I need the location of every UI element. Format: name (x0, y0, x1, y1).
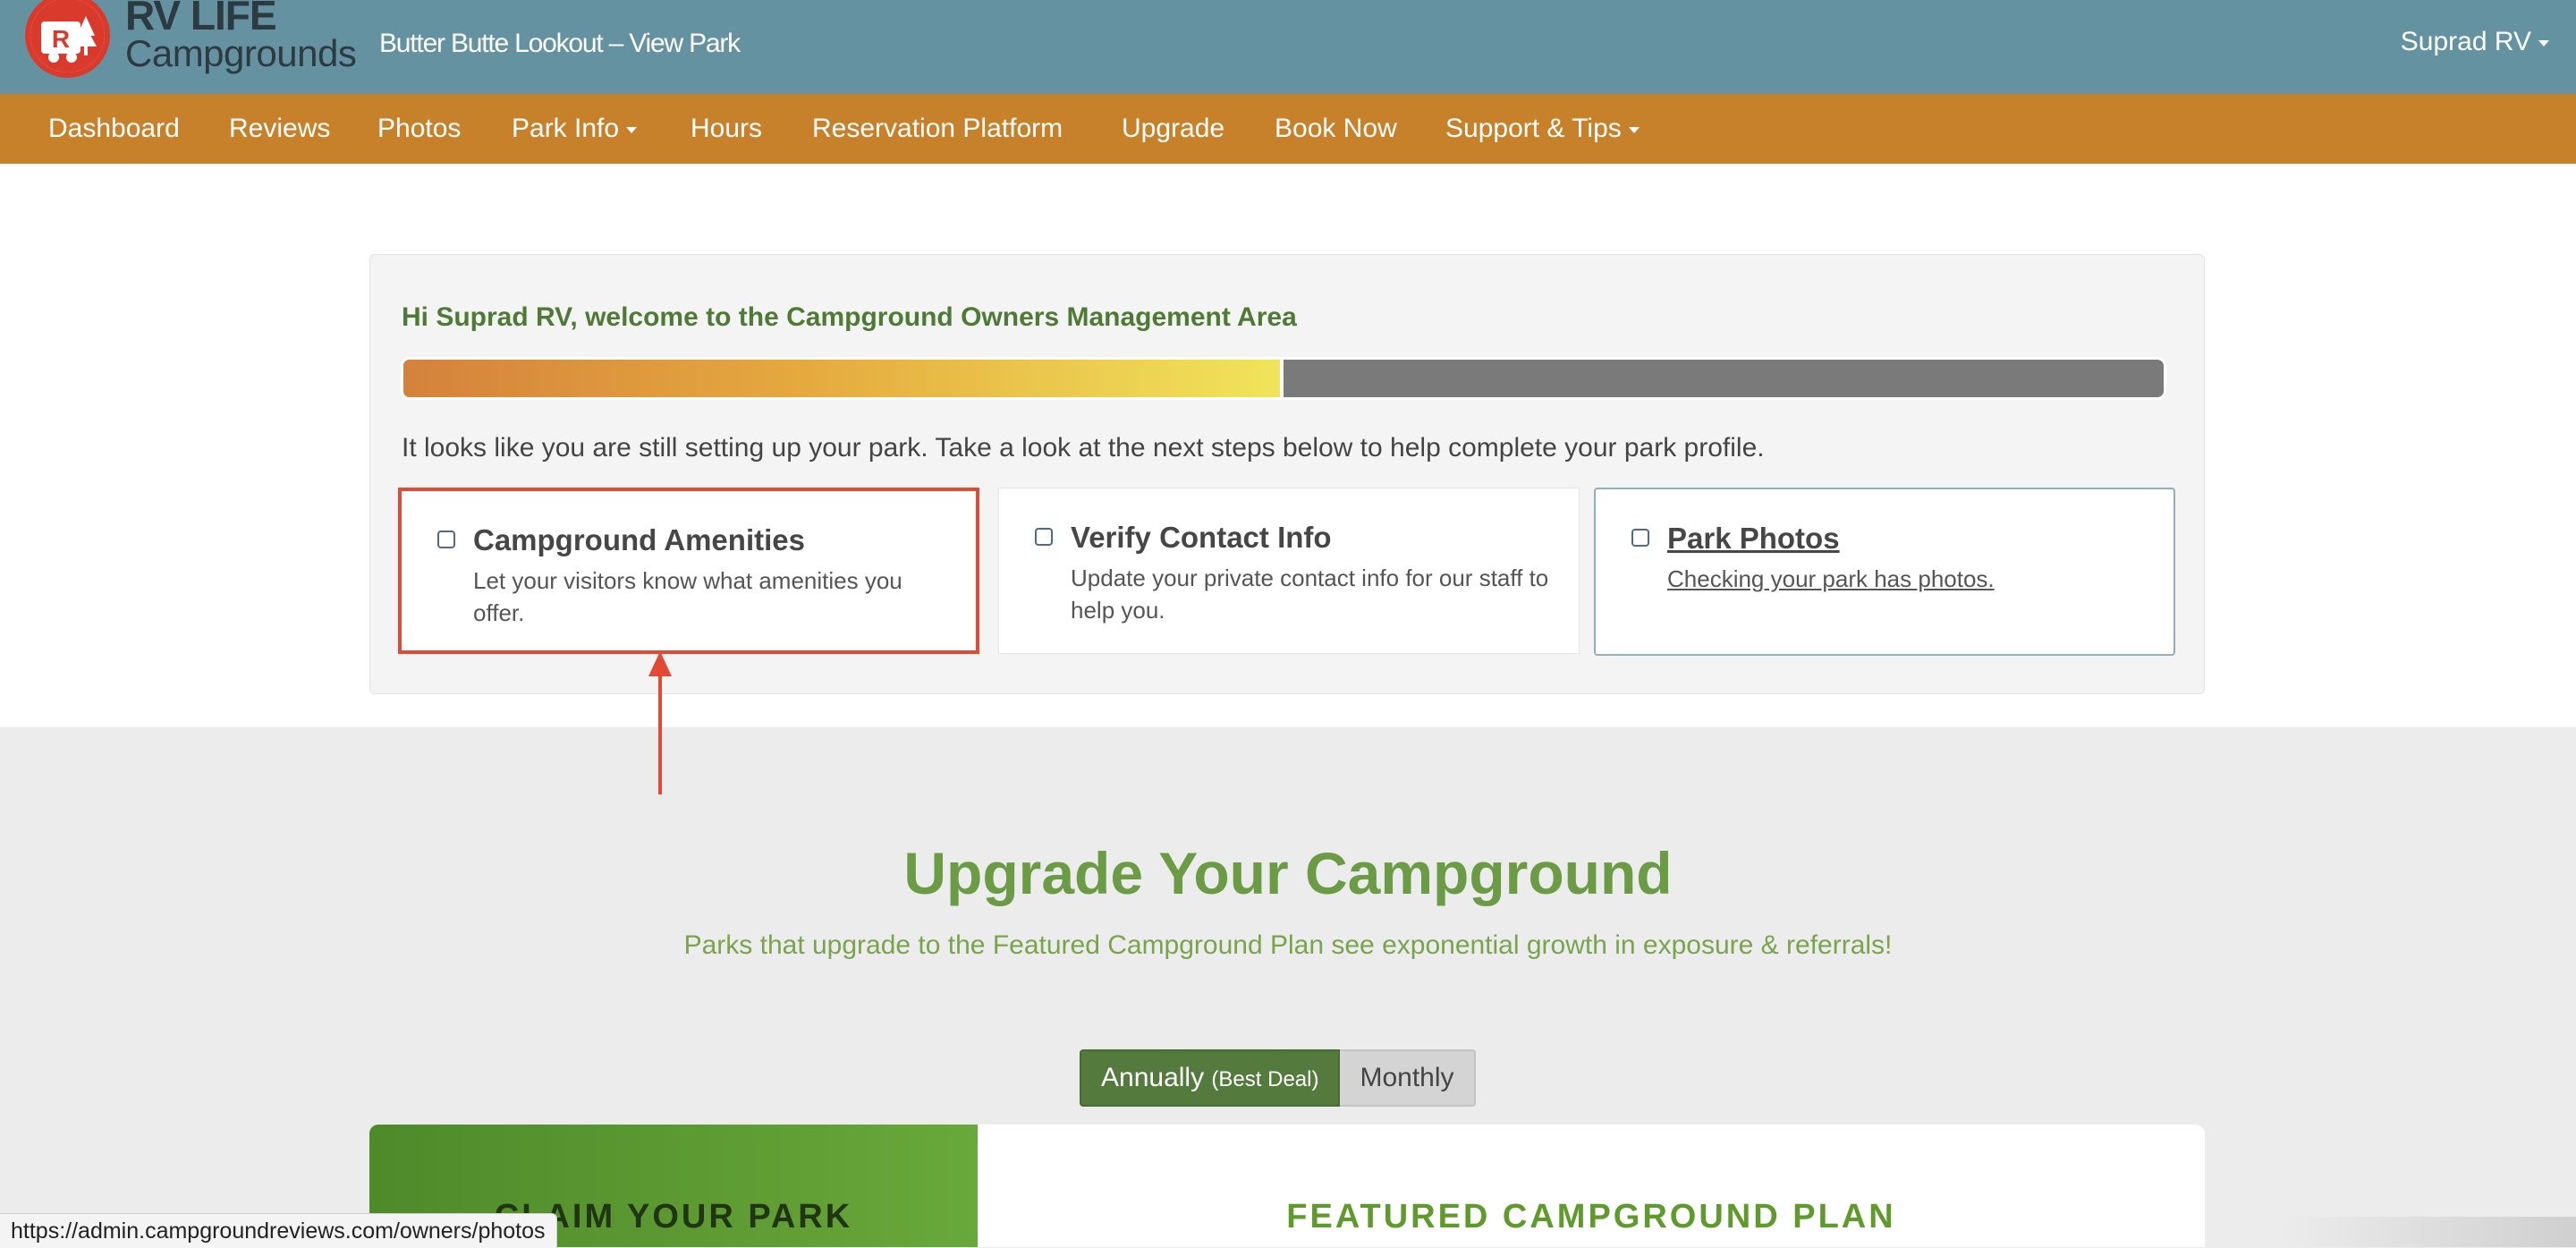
upgrade-heading: Upgrade Your Campground (903, 840, 1673, 906)
plan-title: FEATURED CAMPGROUND PLAN (1286, 1198, 1896, 1235)
step-card-campground-amenities[interactable]: Campground Amenities Let your visitors k… (398, 488, 979, 654)
plan-card-featured[interactable]: FEATURED CAMPGROUND PLAN (978, 1125, 2205, 1247)
chevron-down-icon (2538, 39, 2549, 47)
chevron-down-icon (1628, 126, 1640, 133)
nav-item-label: Park Info (512, 114, 620, 143)
annotation-arrow-icon (648, 651, 672, 794)
main-nav: Dashboard Reviews Photos Park Info Hours… (0, 94, 2576, 164)
step-description: Update your private contact info for our… (1071, 565, 1549, 624)
step-description: Checking your park has photos. (1667, 565, 1995, 592)
nav-item-reservation-platform[interactable]: Reservation Platform (812, 114, 1063, 144)
browser-status-url: https://admin.campgroundreviews.com/owne… (0, 1213, 557, 1248)
upgrade-subheading: Parks that upgrade to the Featured Campg… (683, 930, 1893, 960)
nav-item-photos[interactable]: Photos (377, 114, 461, 144)
nav-item-upgrade[interactable]: Upgrade (1122, 114, 1224, 144)
step-checkbox[interactable] (1035, 528, 1053, 546)
step-title: Campground Amenities (473, 523, 805, 556)
step-card-park-photos[interactable]: Park Photos Checking your park has photo… (1594, 488, 2175, 656)
top-header: R RV LIFE Campgrounds Butter Butte Looko… (0, 0, 2576, 94)
step-checkbox[interactable] (437, 531, 455, 548)
user-menu-label: Suprad RV (2400, 27, 2531, 56)
toggle-annually-button[interactable]: Annually (Best Deal) (1080, 1049, 1341, 1107)
setup-progress-fill (403, 360, 1284, 397)
step-card-verify-contact-info[interactable]: Verify Contact Info Update your private … (998, 488, 1580, 654)
setup-instructions: It looks like you are still setting up y… (402, 433, 1765, 463)
decorative-shadow (2281, 1217, 2576, 1247)
step-title: Park Photos (1667, 522, 1840, 555)
step-checkbox[interactable] (1631, 529, 1649, 547)
billing-period-toggle: Annually (Best Deal) Monthly (1080, 1049, 1476, 1107)
logo-wordmark-line2: Campgrounds (125, 32, 357, 74)
step-title: Verify Contact Info (1071, 521, 1332, 554)
toggle-annually-label: Annually (1101, 1063, 1205, 1092)
step-description: Let your visitors know what amenities yo… (473, 567, 902, 626)
nav-item-support-tips[interactable]: Support & Tips (1445, 114, 1640, 144)
rv-life-logo-icon[interactable]: R (25, 0, 110, 78)
nav-item-book-now[interactable]: Book Now (1275, 114, 1397, 144)
nav-item-park-info[interactable]: Park Info (512, 114, 638, 144)
chevron-down-icon (626, 126, 638, 133)
park-title-link[interactable]: Butter Butte Lookout – View Park (379, 29, 741, 59)
user-menu-dropdown[interactable]: Suprad RV (2401, 27, 2549, 57)
best-deal-note: (Best Deal) (1211, 1067, 1319, 1091)
svg-text:R: R (52, 25, 70, 53)
nav-item-hours[interactable]: Hours (691, 114, 762, 144)
nav-item-dashboard[interactable]: Dashboard (48, 114, 180, 144)
setup-progress-bar (401, 357, 2166, 400)
nav-item-label: Support & Tips (1445, 114, 1622, 143)
toggle-monthly-button[interactable]: Monthly (1340, 1049, 1476, 1107)
nav-item-reviews[interactable]: Reviews (229, 114, 330, 144)
welcome-title: Hi Suprad RV, welcome to the Campground … (402, 302, 1297, 332)
